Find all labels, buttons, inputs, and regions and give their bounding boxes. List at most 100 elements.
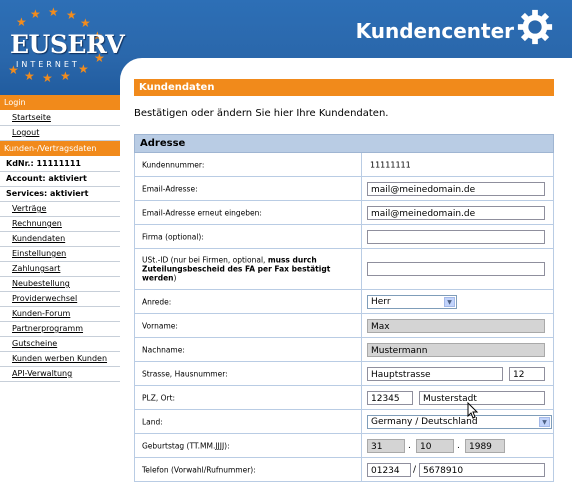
field-label: Geburtstag (TT.MM.JJJJ): [142, 441, 230, 450]
field-label: USt.-ID (nur bei Firmen, optional, muss … [142, 256, 337, 283]
field-label: Land: [142, 417, 163, 426]
sidebar-item-einstellungen[interactable]: Einstellungen [0, 247, 120, 262]
sidebar-item-label[interactable]: Verträge [12, 204, 46, 213]
sidebar-item-label[interactable]: Kundendaten [12, 234, 65, 243]
phone-separator: / [413, 464, 417, 475]
form-row-email: Email-Adresse: mail@meinedomain.de [135, 177, 553, 201]
chevron-down-icon[interactable]: ▼ [539, 416, 550, 427]
services-status: Services: aktiviert [0, 187, 120, 202]
form-row-ustid: USt.-ID (nur bei Firmen, optional, muss … [135, 249, 553, 290]
form-row-plz-ort: PLZ, Ort: 12345 Musterstadt [135, 386, 553, 410]
form-row-strasse: Strasse, Hausnummer: Hauptstrasse 12 [135, 362, 553, 386]
field-label: Telefon (Vorwahl/Rufnummer): [142, 465, 256, 474]
phone-number-field[interactable]: 5678910 [419, 462, 545, 477]
form-row-email-confirm: Email-Adresse erneut eingeben: mail@mein… [135, 201, 553, 225]
form-row-vorname: Vorname: Max [135, 314, 553, 338]
birth-month-field: 10 [416, 438, 454, 453]
euserv-logo[interactable]: ★ ★ ★ ★ ★ ★ ★ ★ ★ ★ ★ ★ EUSERV INTERNET [2, 5, 125, 85]
sidebar-item-startseite[interactable]: Startseite [0, 111, 120, 126]
sidebar-item-api-verwaltung[interactable]: API-Verwaltung [0, 367, 120, 382]
sidebar-item-neubestellung[interactable]: Neubestellung [0, 277, 120, 292]
account-status: Account: aktiviert [0, 172, 120, 187]
vat-id-field[interactable] [367, 262, 545, 276]
sidebar-item-label[interactable]: Kunden-Forum [12, 309, 70, 318]
field-label: Nachname: [142, 345, 185, 354]
chevron-down-icon[interactable]: ▼ [444, 296, 455, 307]
ustid-label-end: ) [173, 273, 177, 283]
form-row-firma: Firma (optional): [135, 225, 553, 249]
field-label: Anrede: [142, 297, 172, 306]
star-icon: ★ [42, 71, 53, 85]
star-icon: ★ [24, 69, 35, 83]
sidebar-item-rechnungen[interactable]: Rechnungen [0, 217, 120, 232]
sidebar-item-kunden-werben-kunden[interactable]: Kunden werben Kunden [0, 352, 120, 367]
company-field[interactable] [367, 229, 545, 244]
field-label: Kundennummer: [142, 160, 205, 169]
field-label: PLZ, Ort: [142, 393, 176, 402]
postal-code-field[interactable]: 12345 [367, 390, 413, 405]
sidebar: Login Startseite Logout Kunden-/Vertrags… [0, 95, 120, 474]
sidebar-item-logout[interactable]: Logout [0, 126, 120, 141]
first-name-field: Max [367, 318, 545, 333]
country-select[interactable]: Germany / Deutschland ▼ [367, 414, 552, 429]
birth-day-field: 31 [367, 438, 405, 453]
page-title: Kundendaten [134, 79, 554, 96]
street-field[interactable]: Hauptstrasse [367, 366, 503, 381]
sidebar-item-label[interactable]: Startseite [12, 113, 51, 122]
date-separator: . [408, 440, 411, 451]
sidebar-item-label[interactable]: Kunden werben Kunden [12, 354, 107, 363]
sidebar-item-kunden-forum[interactable]: Kunden-Forum [0, 307, 120, 322]
star-icon: ★ [60, 69, 71, 83]
date-separator: . [457, 440, 460, 451]
sidebar-item-label[interactable]: Rechnungen [12, 219, 62, 228]
address-section-header: Adresse [134, 134, 554, 153]
mouse-cursor-icon [467, 402, 479, 419]
address-form: Kundennummer: 11111111 Email-Adresse: ma… [134, 153, 554, 482]
field-label: Strasse, Hausnummer: [142, 369, 228, 378]
house-number-field[interactable]: 12 [509, 366, 545, 381]
form-row-geburtstag: Geburtstag (TT.MM.JJJJ): 31 . 10 . 1989 [135, 434, 553, 458]
sidebar-item-label[interactable]: Neubestellung [12, 279, 70, 288]
sidebar-item-label[interactable]: Partnerprogramm [12, 324, 83, 333]
gear-icon [517, 9, 553, 45]
kundencenter-title: Kundencenter [355, 19, 514, 43]
phone-area-code-field[interactable]: 01234 [367, 462, 411, 477]
sidebar-item-partnerprogramm[interactable]: Partnerprogramm [0, 322, 120, 337]
intro-text: Bestätigen oder ändern Sie hier Ihre Kun… [134, 108, 389, 119]
star-icon: ★ [80, 16, 91, 30]
sidebar-item-label[interactable]: Logout [12, 128, 39, 137]
email-confirm-field[interactable]: mail@meinedomain.de [367, 205, 545, 220]
sidebar-item-label[interactable]: Zahlungsart [12, 264, 60, 273]
sidebar-item-label[interactable]: API-Verwaltung [12, 369, 72, 378]
salutation-value: Herr [371, 296, 391, 307]
sidebar-item-providerwechsel[interactable]: Providerwechsel [0, 292, 120, 307]
star-icon: ★ [30, 7, 41, 21]
country-value: Germany / Deutschland [371, 416, 478, 427]
logo-subtext: INTERNET [16, 60, 80, 69]
sidebar-item-label[interactable]: Einstellungen [12, 249, 66, 258]
form-row-nachname: Nachname: Mustermann [135, 338, 553, 362]
star-icon: ★ [48, 5, 59, 19]
main-content: Kundendaten Bestätigen oder ändern Sie h… [134, 79, 554, 482]
star-icon: ★ [16, 15, 27, 29]
birth-year-field: 1989 [465, 438, 505, 453]
sidebar-item-gutscheine[interactable]: Gutscheine [0, 337, 120, 352]
form-row-land: Land: Germany / Deutschland ▼ [135, 410, 553, 434]
last-name-field: Mustermann [367, 342, 545, 357]
field-label: Email-Adresse erneut eingeben: [142, 208, 262, 217]
form-row-anrede: Anrede: Herr ▼ [135, 290, 553, 314]
sidebar-item-kundendaten[interactable]: Kundendaten [0, 232, 120, 247]
customer-number: KdNr.: 11111111 [0, 157, 120, 172]
sidebar-item-vertraege[interactable]: Verträge [0, 202, 120, 217]
city-field[interactable]: Musterstadt [419, 390, 545, 405]
ustid-label-text: USt.-ID (nur bei Firmen, optional, [142, 255, 268, 265]
logo-text: EUSERV [10, 30, 125, 59]
salutation-select[interactable]: Herr ▼ [367, 294, 457, 309]
sidebar-item-zahlungsart[interactable]: Zahlungsart [0, 262, 120, 277]
sidebar-item-label[interactable]: Providerwechsel [12, 294, 77, 303]
sidebar-item-label[interactable]: Gutscheine [12, 339, 57, 348]
sidebar-header-account: Kunden-/Vertragsdaten [0, 141, 120, 157]
star-icon: ★ [66, 8, 77, 22]
form-row-kundennummer: Kundennummer: 11111111 [135, 153, 553, 177]
email-field[interactable]: mail@meinedomain.de [367, 181, 545, 196]
